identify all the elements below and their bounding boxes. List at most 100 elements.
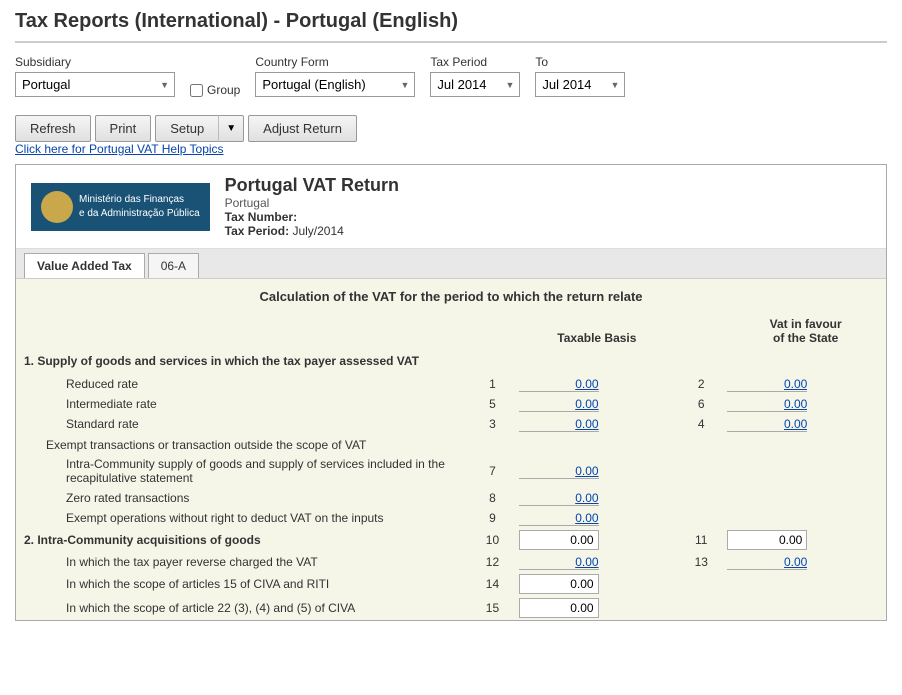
- report-body: Calculation of the VAT for the period to…: [16, 279, 886, 620]
- row-num1: 5: [468, 394, 516, 414]
- country-form-field-group: Country Form Portugal (English): [255, 55, 415, 97]
- taxable-input[interactable]: [519, 555, 599, 570]
- tax-period-field-group: Tax Period Jul 2014: [430, 55, 520, 97]
- col-num2-header: [677, 314, 725, 348]
- row-val1-cell: [517, 528, 678, 552]
- col-header-row: Taxable Basis Vat in favour of the State: [16, 314, 886, 348]
- table-row: Intra-Community supply of goods and supp…: [16, 454, 886, 488]
- taxable-input[interactable]: [519, 574, 599, 594]
- table-row: Intermediate rate 5 6: [16, 394, 886, 414]
- help-link[interactable]: Click here for Portugal VAT Help Topics: [15, 142, 887, 156]
- tax-period-select[interactable]: Jul 2014: [430, 72, 520, 97]
- country-form-select-wrapper: Portugal (English): [255, 72, 415, 97]
- taxable-input[interactable]: [519, 397, 599, 412]
- row-num2: 4: [677, 414, 725, 434]
- vat-input[interactable]: [727, 555, 807, 570]
- taxable-input[interactable]: [519, 417, 599, 432]
- row-num2: 13: [677, 552, 725, 572]
- row-label: Reduced rate: [16, 374, 468, 394]
- table-row: Exempt operations without right to deduc…: [16, 508, 886, 528]
- setup-dropdown-arrow[interactable]: ▼: [218, 115, 244, 142]
- table-row: Reduced rate 1 2: [16, 374, 886, 394]
- row-val2-cell: [725, 508, 886, 528]
- row-num2: [677, 454, 725, 488]
- table-row: Zero rated transactions 8: [16, 488, 886, 508]
- sub-header-label: Exempt transactions or transaction outsi…: [16, 434, 886, 454]
- tab-06a-label: 06-A: [161, 259, 186, 273]
- row-num1: 14: [468, 572, 516, 596]
- vat-table-body: 1. Supply of goods and services in which…: [16, 348, 886, 620]
- taxable-input[interactable]: [519, 598, 599, 618]
- row-num2: 11: [677, 528, 725, 552]
- taxable-input[interactable]: [519, 464, 599, 479]
- adjust-return-button[interactable]: Adjust Return: [248, 115, 357, 142]
- ministry-emblem-icon: [41, 191, 73, 223]
- vat-input[interactable]: [727, 530, 807, 550]
- to-label: To: [535, 55, 625, 69]
- tax-period-detail-value: July/2014: [292, 224, 343, 238]
- section-heading: Calculation of the VAT for the period to…: [16, 279, 886, 314]
- taxable-input[interactable]: [519, 530, 599, 550]
- group-label: Group: [207, 83, 240, 97]
- table-row: In which the scope of article 22 (3), (4…: [16, 596, 886, 620]
- row-label: Standard rate: [16, 414, 468, 434]
- refresh-button[interactable]: Refresh: [15, 115, 91, 142]
- setup-button[interactable]: Setup: [155, 115, 218, 142]
- row-num2: 2: [677, 374, 725, 394]
- row-label: Zero rated transactions: [16, 488, 468, 508]
- row-val1-cell: [517, 572, 678, 596]
- row-val2-cell: [725, 394, 886, 414]
- col-vat-favour-header: Vat in favour of the State: [725, 314, 886, 348]
- report-subtitle: Portugal: [225, 196, 399, 210]
- row-val2-cell: [725, 572, 886, 596]
- report-header: Ministério das Finanças e da Administraç…: [16, 165, 886, 249]
- tax-number-line: Tax Number:: [225, 210, 399, 224]
- row-label: In which the scope of article 22 (3), (4…: [16, 596, 468, 620]
- vat-input[interactable]: [727, 377, 807, 392]
- row-label: In which the tax payer reverse charged t…: [16, 552, 468, 572]
- page-title: Tax Reports (International) - Portugal (…: [15, 10, 887, 43]
- table-row: 2. Intra-Community acquisitions of goods…: [16, 528, 886, 552]
- col-vat-favour-line2: of the State: [773, 331, 838, 345]
- row-num1: 1: [468, 374, 516, 394]
- row-val2-cell: [725, 488, 886, 508]
- row-num2: [677, 508, 725, 528]
- tab-vat-label: Value Added Tax: [37, 259, 132, 273]
- tax-period-line: Tax Period: July/2014: [225, 224, 399, 238]
- tab-06a[interactable]: 06-A: [148, 253, 199, 278]
- country-form-select[interactable]: Portugal (English): [255, 72, 415, 97]
- tab-vat[interactable]: Value Added Tax: [24, 253, 145, 278]
- row-num1: 15: [468, 596, 516, 620]
- subsidiary-label: Subsidiary: [15, 55, 175, 69]
- ministry-text: Ministério das Finanças e da Administraç…: [79, 193, 200, 221]
- row-label: 2. Intra-Community acquisitions of goods: [16, 528, 468, 552]
- table-row: Exempt transactions or transaction outsi…: [16, 434, 886, 454]
- row-num1: 8: [468, 488, 516, 508]
- row-label: Intra-Community supply of goods and supp…: [16, 454, 468, 488]
- vat-input[interactable]: [727, 417, 807, 432]
- report-title-block: Portugal VAT Return Portugal Tax Number:…: [225, 175, 399, 238]
- page-container: Tax Reports (International) - Portugal (…: [0, 0, 902, 631]
- col-empty: [16, 314, 468, 348]
- vat-input[interactable]: [727, 397, 807, 412]
- taxable-input[interactable]: [519, 511, 599, 526]
- setup-button-split: Setup ▼: [155, 115, 244, 142]
- to-select-wrapper: Jul 2014: [535, 72, 625, 97]
- subsidiary-select[interactable]: Portugal: [15, 72, 175, 97]
- group-checkbox[interactable]: [190, 84, 203, 97]
- row-label: Exempt operations without right to deduc…: [16, 508, 468, 528]
- taxable-input[interactable]: [519, 491, 599, 506]
- taxable-input[interactable]: [519, 377, 599, 392]
- row-val1-cell: [517, 552, 678, 572]
- group-checkbox-wrapper: Group: [190, 83, 240, 97]
- col-taxable-basis-header: Taxable Basis: [517, 314, 678, 348]
- row-num1: 12: [468, 552, 516, 572]
- row-num1: 3: [468, 414, 516, 434]
- row-val2-cell: [725, 552, 886, 572]
- row-num2: 6: [677, 394, 725, 414]
- to-select[interactable]: Jul 2014: [535, 72, 625, 97]
- row-val1-cell: [517, 414, 678, 434]
- row-val2-cell: [725, 374, 886, 394]
- row-num2: [677, 488, 725, 508]
- print-button[interactable]: Print: [95, 115, 152, 142]
